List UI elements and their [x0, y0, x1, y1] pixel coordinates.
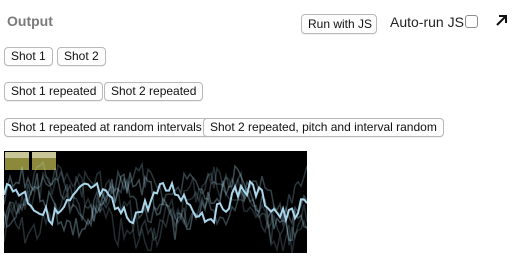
auto-run-label: Auto-run JS	[390, 14, 464, 30]
shot-1-random-intervals-button[interactable]: Shot 1 repeated at random intervals	[4, 118, 209, 137]
shot-2-button[interactable]: Shot 2	[57, 47, 106, 66]
waveform-marker-highlight	[5, 152, 29, 158]
waveform-canvas	[4, 152, 307, 253]
shot-1-repeated-button[interactable]: Shot 1 repeated	[4, 82, 104, 101]
shot-2-random-pitch-interval-button[interactable]: Shot 2 repeated, pitch and interval rand…	[203, 118, 444, 137]
waveform-marker-highlight	[32, 152, 56, 158]
arrow-up-right-icon[interactable]	[494, 12, 510, 28]
waveform-visualizer	[4, 151, 307, 253]
auto-run-checkbox[interactable]	[465, 15, 478, 28]
output-title: Output	[7, 13, 53, 29]
shot-2-repeated-button[interactable]: Shot 2 repeated	[104, 82, 204, 101]
run-with-js-button[interactable]: Run with JS	[301, 14, 377, 34]
shot-1-button[interactable]: Shot 1	[4, 47, 53, 66]
